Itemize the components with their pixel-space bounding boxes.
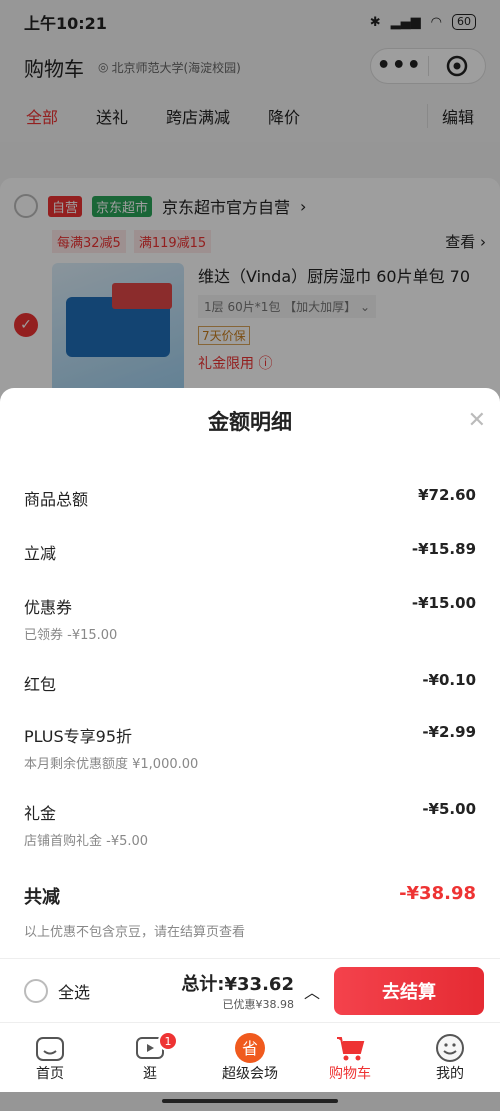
total-price: 总计:¥33.62 [181, 973, 294, 995]
row-amount: -¥15.00 [411, 594, 476, 612]
tab-label: 购物车 [329, 1066, 371, 1082]
sheet-title: 金额明细 [208, 410, 292, 434]
total-label: 共减 [24, 887, 60, 908]
row-label: 优惠券 [24, 598, 73, 617]
row-amount: ¥72.60 [418, 486, 476, 504]
row-amount: -¥5.00 [422, 800, 476, 818]
detail-row: 红包 -¥0.10 [24, 671, 476, 695]
checkout-button[interactable]: 去结算 [334, 966, 484, 1015]
row-label: 礼金 [24, 804, 57, 823]
row-note: 已领券 -¥15.00 [24, 628, 118, 643]
home-icon [34, 1033, 66, 1063]
row-amount: -¥0.10 [422, 671, 476, 689]
tab-browse[interactable]: 1 逛 [100, 1023, 200, 1092]
row-amount: -¥15.89 [411, 540, 476, 558]
svg-text:省: 省 [242, 1039, 258, 1058]
tab-label: 超级会场 [222, 1066, 278, 1082]
total-discount-row: 共减 -¥38.98 [24, 883, 476, 909]
saved-amount: 已优惠¥38.98 [222, 997, 294, 1011]
row-label: PLUS专享95折 [24, 727, 132, 746]
amount-detail-sheet: 金额明细 ✕ 商品总额 ¥72.60 立减 -¥15.89 优惠券 -¥15.0… [0, 388, 500, 958]
detail-row: 立减 -¥15.89 [24, 540, 476, 564]
chevron-up-icon[interactable]: ︿ [304, 979, 320, 1003]
total-amount: -¥38.98 [399, 883, 476, 904]
bottom-tab-bar: 首页 1 逛 省 超级会场 购物车 我的 [0, 1022, 500, 1092]
detail-row: 优惠券 -¥15.00 [24, 594, 476, 618]
detail-row: 商品总额 ¥72.60 [24, 486, 476, 510]
row-label: 立减 [24, 544, 57, 563]
select-all-label: 全选 [58, 982, 91, 1002]
cart-icon [334, 1033, 366, 1063]
tab-label: 逛 [143, 1066, 157, 1082]
tab-cart[interactable]: 购物车 [300, 1023, 400, 1092]
detail-row: 礼金 -¥5.00 [24, 800, 476, 824]
tab-label: 我的 [436, 1066, 464, 1082]
row-label: 商品总额 [24, 490, 89, 509]
row-label: 红包 [24, 675, 57, 694]
tab-home[interactable]: 首页 [0, 1023, 100, 1092]
venue-icon: 省 [234, 1033, 266, 1063]
notification-badge: 1 [158, 1031, 178, 1051]
home-indicator[interactable] [162, 1099, 338, 1103]
row-amount: -¥2.99 [422, 723, 476, 741]
select-all-radio[interactable] [24, 978, 48, 1003]
tab-mine[interactable]: 我的 [400, 1023, 500, 1092]
checkout-bar: 全选 总计:¥33.62 已优惠¥38.98 ︿ 去结算 [0, 958, 500, 1022]
close-icon[interactable]: ✕ [468, 408, 486, 433]
row-note: 店铺首购礼金 -¥5.00 [24, 834, 149, 849]
tab-super-venue[interactable]: 省 超级会场 [200, 1023, 300, 1092]
footnote: 以上优惠不包含京豆，请在结算页查看 [24, 925, 246, 940]
detail-rows: 商品总额 ¥72.60 立减 -¥15.89 优惠券 -¥15.00 已领券 -… [0, 448, 500, 940]
select-all[interactable]: 全选 [24, 978, 91, 1003]
total-summary[interactable]: 总计:¥33.62 已优惠¥38.98 [181, 970, 294, 1012]
tab-label: 首页 [36, 1066, 64, 1082]
row-note: 本月剩余优惠额度 ¥1,000.00 [24, 757, 199, 772]
detail-row: PLUS专享95折 -¥2.99 [24, 723, 476, 747]
profile-icon [434, 1033, 466, 1063]
